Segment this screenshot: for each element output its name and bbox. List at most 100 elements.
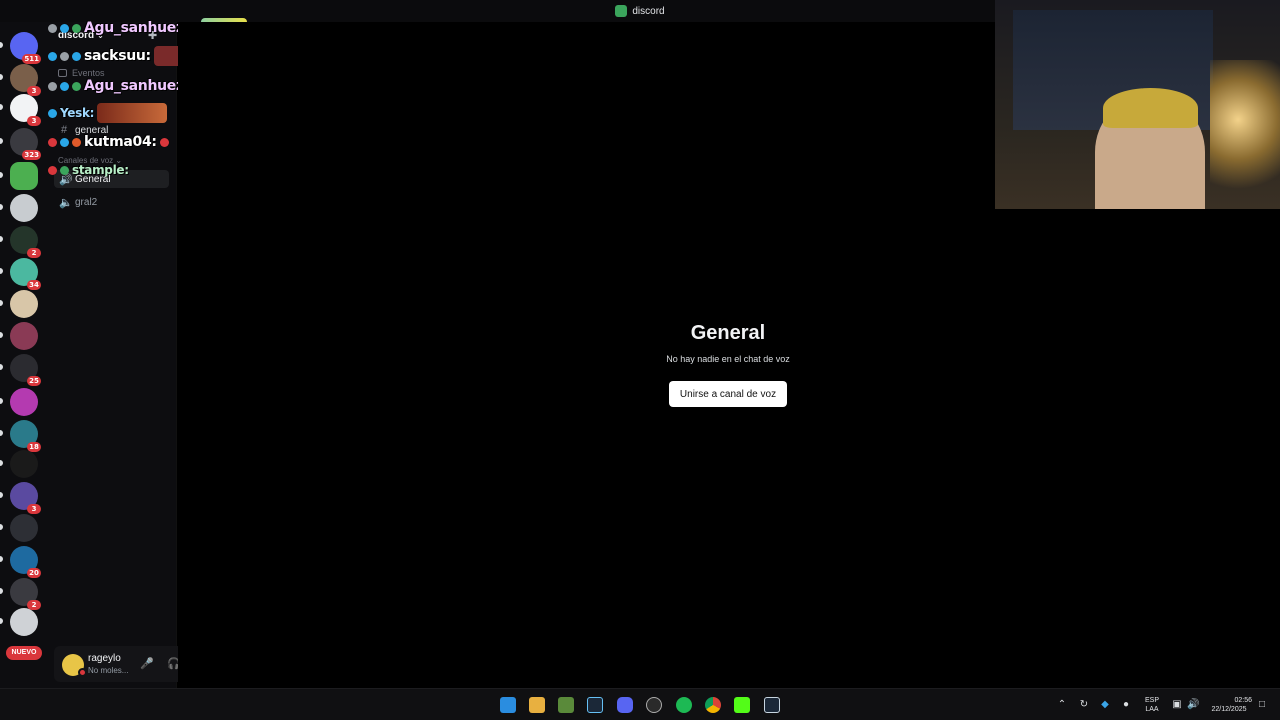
unread-indicator: [0, 618, 3, 624]
unread-indicator: [0, 74, 3, 80]
server-icon[interactable]: [0, 514, 38, 542]
file-explorer-icon[interactable]: [529, 697, 545, 713]
channel-label: General: [75, 173, 111, 185]
network-icon[interactable]: ▣: [1171, 699, 1183, 711]
obs-icon[interactable]: [646, 697, 662, 713]
unread-indicator: [0, 524, 3, 530]
channel-general-text[interactable]: # general: [54, 121, 169, 139]
category-voice-channels[interactable]: Canales de voz ⌄: [58, 156, 122, 165]
unread-indicator: [0, 398, 3, 404]
window-title: discord: [632, 5, 665, 17]
mention-badge: 3: [27, 116, 41, 126]
minecraft-icon[interactable]: [558, 697, 574, 713]
server-icon[interactable]: [0, 322, 38, 350]
mention-badge: 20: [27, 568, 41, 578]
unread-indicator: [0, 430, 3, 436]
microphone-icon[interactable]: ●: [1120, 699, 1132, 711]
clock[interactable]: 02:56 22/12/2025: [1206, 696, 1252, 714]
server-icon[interactable]: 25: [0, 354, 41, 386]
category-label: Canales de voz: [58, 156, 114, 165]
webcam-feed: [995, 0, 1280, 209]
unread-indicator: [0, 364, 3, 370]
server-icon[interactable]: [0, 388, 38, 416]
new-badge[interactable]: NUEVO: [6, 646, 42, 660]
server-icon[interactable]: 323: [0, 128, 41, 160]
unread-indicator: [0, 236, 3, 242]
unread-indicator: [0, 588, 3, 594]
voice-channel-gral2[interactable]: 🔈 gral2: [54, 193, 169, 211]
server-icon[interactable]: 3: [0, 482, 41, 514]
server-icon[interactable]: 20: [0, 546, 41, 578]
server-icon[interactable]: 3: [0, 64, 41, 96]
mention-badge: 25: [27, 376, 41, 386]
voice-channel-title: General: [690, 322, 766, 344]
discord-logo-icon: [615, 5, 628, 17]
server-icon[interactable]: 511: [0, 32, 41, 64]
clock-time: 02:56: [1234, 697, 1252, 704]
events-label: Eventos: [72, 68, 105, 78]
chrome-icon[interactable]: [705, 697, 721, 713]
server-icon[interactable]: 18: [0, 420, 41, 452]
unread-indicator: [0, 42, 3, 48]
guild-name: discord: [58, 30, 95, 41]
voice-channel-empty-text: No hay nadie en el chat de voz: [666, 354, 790, 364]
unread-indicator: [0, 204, 3, 210]
server-rail: NUEVO 511 3 3 323 2 34 25 18 3 20 2: [0, 22, 48, 688]
unread-indicator: [0, 268, 3, 274]
mention-badge: 323: [22, 150, 41, 160]
unread-indicator: [0, 172, 3, 178]
volume-icon[interactable]: 🔊: [1187, 699, 1199, 711]
mention-badge: 3: [27, 504, 41, 514]
start-icon[interactable]: [500, 697, 516, 713]
kick-icon[interactable]: [734, 697, 750, 713]
server-icon[interactable]: 3: [0, 94, 41, 126]
unread-indicator: [0, 138, 3, 144]
server-icon[interactable]: [0, 608, 38, 636]
guild-header[interactable]: discord ⌄: [58, 30, 104, 41]
channel-label: gral2: [75, 196, 98, 208]
steam-alt-icon[interactable]: [764, 697, 780, 713]
user-status-text: No moles...: [88, 666, 129, 675]
channel-label: general: [75, 124, 109, 136]
spotify-icon[interactable]: [676, 697, 692, 713]
taskbar: ⌃ ↻ ◆ ● ESP LAA ▣ 🔊 02:56 22/12/2025 □: [0, 688, 1280, 720]
microphone-icon[interactable]: 🎤: [139, 656, 155, 672]
language-layout: LAA: [1145, 706, 1159, 713]
voice-channel-general[interactable]: 🔊 General: [54, 170, 169, 188]
chevron-up-icon[interactable]: ⌃: [1056, 699, 1068, 711]
sync-icon[interactable]: ↻: [1078, 699, 1090, 711]
unread-indicator: [0, 300, 3, 306]
webcam-christmas-tree: [1210, 60, 1280, 209]
events-item[interactable]: Eventos: [58, 68, 105, 78]
clock-date: 22/12/2025: [1211, 706, 1247, 713]
discord-icon[interactable]: [617, 697, 633, 713]
mention-badge: 2: [27, 248, 41, 258]
chevron-down-icon: ⌄: [115, 156, 123, 165]
join-voice-button[interactable]: Unirse a canal de voz: [669, 381, 787, 407]
mention-badge: 511: [22, 54, 41, 64]
steam-icon[interactable]: [587, 697, 603, 713]
invite-people-icon[interactable]: ✚: [148, 30, 160, 42]
notification-icon[interactable]: □: [1256, 699, 1268, 711]
language-code: ESP: [1144, 697, 1159, 704]
server-icon[interactable]: [0, 290, 38, 318]
mention-badge: 34: [27, 280, 41, 290]
server-icon[interactable]: 34: [0, 258, 41, 290]
server-icon[interactable]: [0, 450, 38, 478]
server-icon[interactable]: 2: [0, 226, 41, 258]
unread-indicator: [0, 332, 3, 338]
server-icon[interactable]: [0, 162, 38, 190]
webcam-headset: [1103, 88, 1198, 128]
hash-icon: #: [60, 124, 68, 136]
unread-indicator: [0, 460, 3, 466]
shield-icon[interactable]: ◆: [1099, 699, 1111, 711]
status-dnd-icon: [78, 668, 87, 677]
server-icon[interactable]: 2: [0, 578, 41, 610]
input-language[interactable]: ESP LAA: [1142, 696, 1162, 714]
calendar-icon: [58, 69, 67, 77]
channel-sidebar: discord ⌄ ✚ Eventos # general Canales de…: [48, 22, 220, 688]
chevron-down-icon: ⌄: [97, 31, 104, 40]
server-icon[interactable]: [0, 194, 38, 222]
username: rageylo: [88, 653, 121, 664]
unread-indicator: [0, 556, 3, 562]
